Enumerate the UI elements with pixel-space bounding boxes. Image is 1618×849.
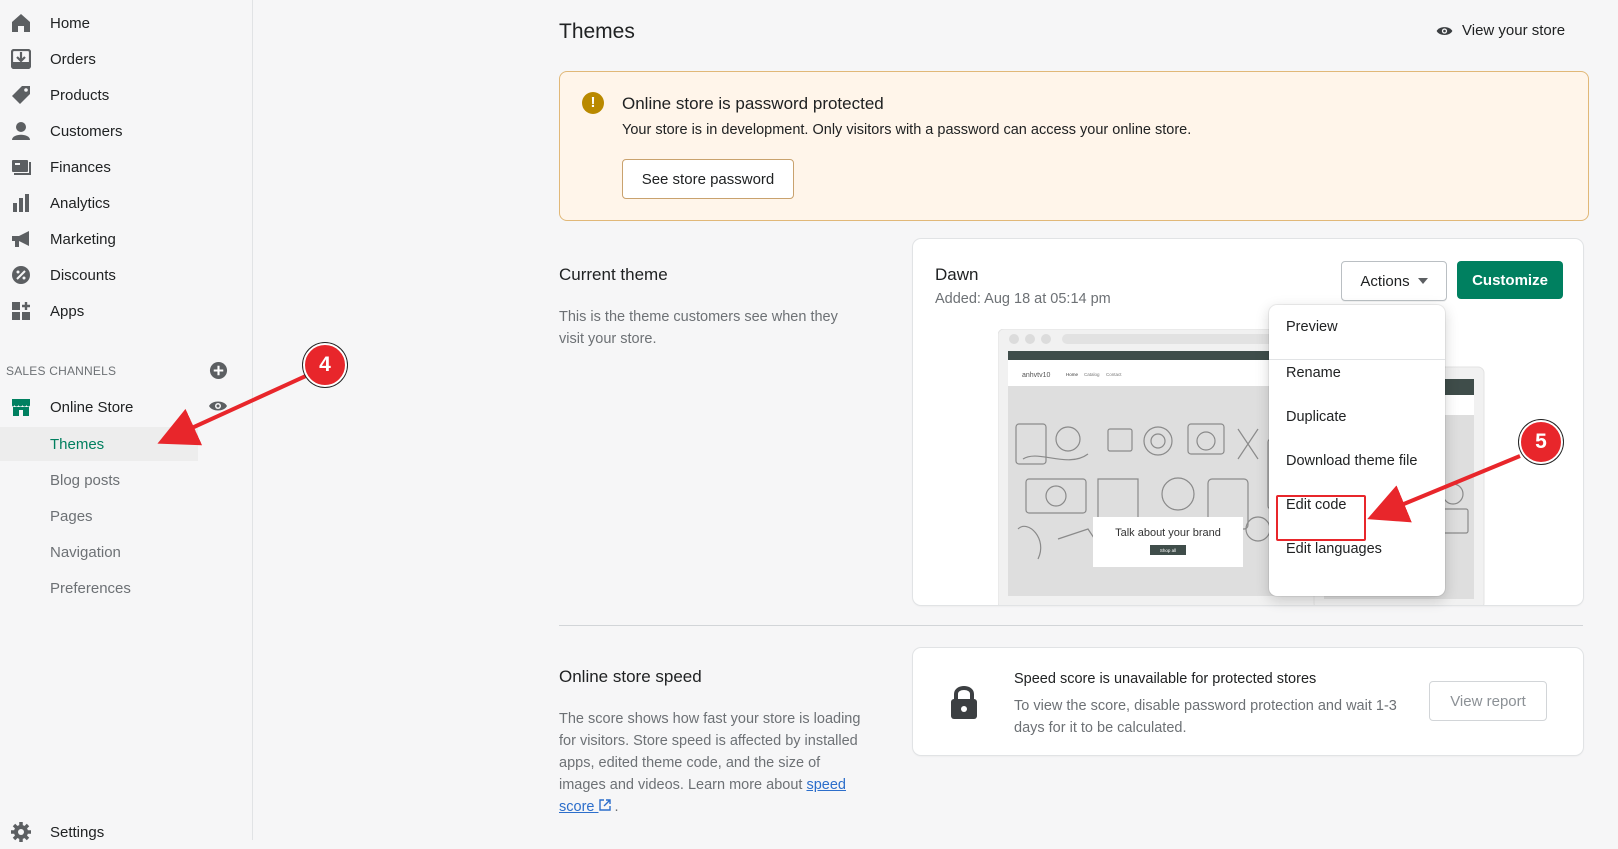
menu-item-label: Rename [1286,365,1341,381]
section-divider [559,625,1583,626]
sidebar-subitem-themes[interactable]: Themes [0,427,198,461]
external-link-icon [598,799,611,811]
sidebar-subitem-label: Pages [50,507,93,525]
see-store-password-button[interactable]: See store password [622,159,794,199]
menu-item-label: Edit languages [1286,541,1382,557]
step-4-marker: 4 [303,343,347,387]
preview-hero-text: Talk about your brand [1115,527,1221,539]
sidebar-item-label: Analytics [50,194,111,212]
actions-button[interactable]: Actions [1341,261,1447,301]
actions-label: Actions [1360,272,1410,290]
online-store-speed-heading: Online store speed [559,667,702,686]
sidebar-item-settings[interactable]: Settings [0,815,252,849]
menu-item-label: Duplicate [1286,409,1347,425]
sidebar-item-label: Apps [50,302,85,320]
sidebar-item-label: Finances [50,158,111,176]
sidebar-item-label: Customers [50,122,123,140]
preview-nav-contact: Contact [1106,372,1122,377]
speed-description-suffix: . [614,799,619,815]
menu-item-preview[interactable]: Preview [1269,309,1445,345]
password-banner: ! Online store is password protected You… [559,71,1589,221]
preview-store-name: anhvtv10 [1022,372,1051,379]
sidebar-item-label: Products [50,86,110,104]
sales-channels-heading: SALES CHANNELS [6,364,117,378]
sidebar-item-analytics[interactable]: Analytics [0,186,252,220]
sidebar-item-discounts[interactable]: Discounts [0,258,252,292]
step-5-marker: 5 [1519,420,1563,464]
preview-hero-button: Shop all [1160,548,1176,553]
gear-icon [11,822,31,842]
sidebar-subitem-label: Preferences [50,579,131,597]
sidebar: Home Orders Products Customers Finances … [0,0,253,842]
orders-icon [11,49,31,69]
preview-nav-catalog: Catalog [1084,372,1100,377]
finances-icon [12,160,31,175]
theme-name: Dawn [935,265,979,284]
banner-title: Online store is password protected [622,94,884,113]
theme-added-date: Added: Aug 18 at 05:14 pm [935,291,1111,307]
person-icon [12,122,30,140]
sidebar-subitem-navigation[interactable]: Navigation [0,535,198,569]
warning-icon: ! [582,92,604,114]
menu-item-label: Preview [1286,319,1338,335]
sidebar-item-apps[interactable]: Apps [0,294,252,328]
discount-icon [12,266,30,284]
apps-icon [12,302,30,320]
theme-card: Dawn Added: Aug 18 at 05:14 pm Actions C… [913,239,1583,605]
eye-icon[interactable] [208,398,228,414]
speed-description: The score shows how fast your store is l… [559,708,869,818]
menu-item-label: Download theme file [1286,453,1418,469]
add-channel-icon[interactable] [209,361,228,380]
view-store-label: View your store [1462,22,1566,39]
sidebar-item-customers[interactable]: Customers [0,114,252,148]
view-report-button[interactable]: View report [1429,681,1547,721]
megaphone-icon [12,231,29,247]
eye-icon [1436,26,1453,35]
view-store-link[interactable]: View your store [1435,22,1565,39]
main-content: Themes View your store ! Online store is… [253,0,1618,840]
customize-button[interactable]: Customize [1457,261,1563,299]
speed-card: Speed score is unavailable for protected… [913,648,1583,755]
actions-menu: Preview Rename Duplicate Download theme … [1269,305,1445,596]
home-icon [12,14,30,32]
current-theme-heading: Current theme [559,265,668,284]
sidebar-item-label: Settings [50,823,105,841]
preview-nav-home: Home [1066,372,1079,377]
current-theme-description: This is the theme customers see when the… [559,309,838,347]
tag-icon [12,86,30,104]
sidebar-item-label: Home [50,14,91,32]
sidebar-subitem-label: Blog posts [50,471,121,489]
store-icon [12,399,30,416]
sidebar-item-finances[interactable]: Finances [0,150,252,184]
sidebar-subitem-preferences[interactable]: Preferences [0,571,198,605]
sidebar-item-marketing[interactable]: Marketing [0,222,252,256]
menu-item-duplicate[interactable]: Duplicate [1269,399,1445,435]
sidebar-subitem-label: Navigation [50,543,121,561]
sidebar-item-label: Discounts [50,266,116,284]
sidebar-item-products[interactable]: Products [0,78,252,112]
speed-card-text: To view the score, disable password prot… [1014,698,1397,736]
bar-chart-icon [13,194,29,212]
banner-text: Your store is in development. Only visit… [622,122,1192,138]
sidebar-item-label: Online Store [50,398,134,416]
sidebar-item-home[interactable]: Home [0,6,252,40]
lock-icon [951,686,977,719]
sidebar-item-orders[interactable]: Orders [0,42,252,76]
sidebar-item-label: Orders [50,50,96,68]
theme-preview: anhvtv10 Home Catalog Contact Talk about… [997,328,1538,605]
edit-code-highlight [1276,495,1366,541]
page-title: Themes [559,20,635,43]
sidebar-item-label: Marketing [50,230,116,248]
sidebar-subitem-pages[interactable]: Pages [0,499,198,533]
menu-item-rename[interactable]: Rename [1269,355,1445,391]
speed-card-title: Speed score is unavailable for protected… [1014,671,1317,687]
sidebar-subitem-blog-posts[interactable]: Blog posts [0,463,198,497]
caret-down-icon [1417,278,1428,284]
sidebar-subitem-label: Themes [50,435,105,453]
menu-item-download-theme-file[interactable]: Download theme file [1269,443,1445,479]
theme-preview-image: anhvtv10 Home Catalog Contact Talk about… [997,328,1485,605]
